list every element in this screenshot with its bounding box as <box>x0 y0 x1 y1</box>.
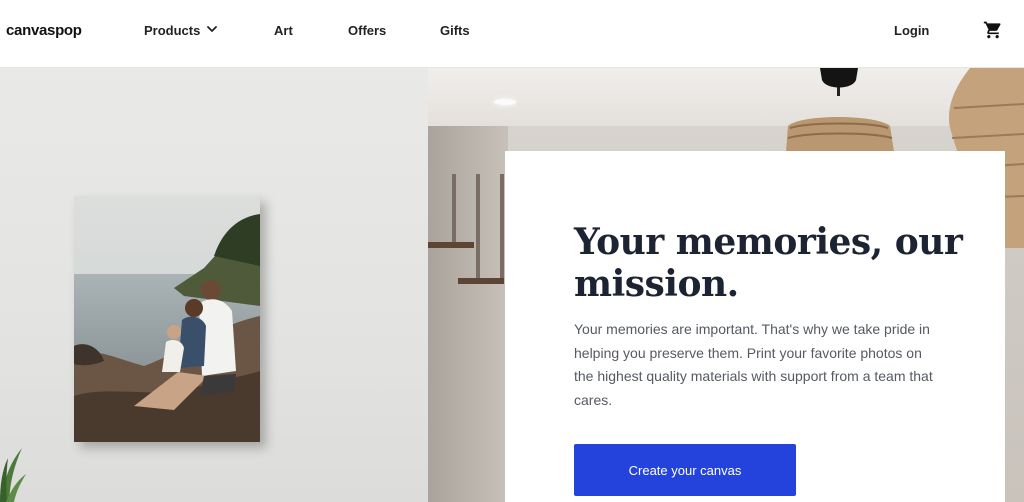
hero-card: Your memories, our mission. Your memorie… <box>505 151 1005 502</box>
hero-section: Your memories, our mission. Your memorie… <box>0 68 1024 502</box>
nav-art[interactable]: Art <box>274 23 293 38</box>
shopping-cart-icon[interactable] <box>983 20 1003 40</box>
stair-step <box>428 242 474 248</box>
pendant-lamp-image <box>786 68 894 152</box>
logo[interactable]: canvaspop <box>6 22 82 39</box>
stair-baluster <box>500 174 504 278</box>
hero-description: Your memories are important. That's why … <box>574 321 933 408</box>
chevron-down-icon[interactable] <box>205 22 219 36</box>
create-canvas-button[interactable]: Create your canvas <box>574 444 796 496</box>
plant-image <box>0 448 26 502</box>
hero-heading: Your memories, our mission. <box>574 221 963 305</box>
stair-baluster <box>452 174 456 242</box>
ceiling-light <box>494 99 516 105</box>
stairwell-wall <box>428 126 508 502</box>
site-header: canvaspop Products Art Offers Gifts Logi… <box>0 0 1024 68</box>
nav-gifts[interactable]: Gifts <box>440 23 470 38</box>
ceiling <box>428 68 1024 126</box>
stair-step <box>458 278 504 284</box>
nav-offers[interactable]: Offers <box>348 23 386 38</box>
nav-products[interactable]: Products <box>144 23 200 38</box>
canvas-photo <box>74 196 260 442</box>
login-link[interactable]: Login <box>894 23 929 38</box>
stair-baluster <box>476 174 480 278</box>
